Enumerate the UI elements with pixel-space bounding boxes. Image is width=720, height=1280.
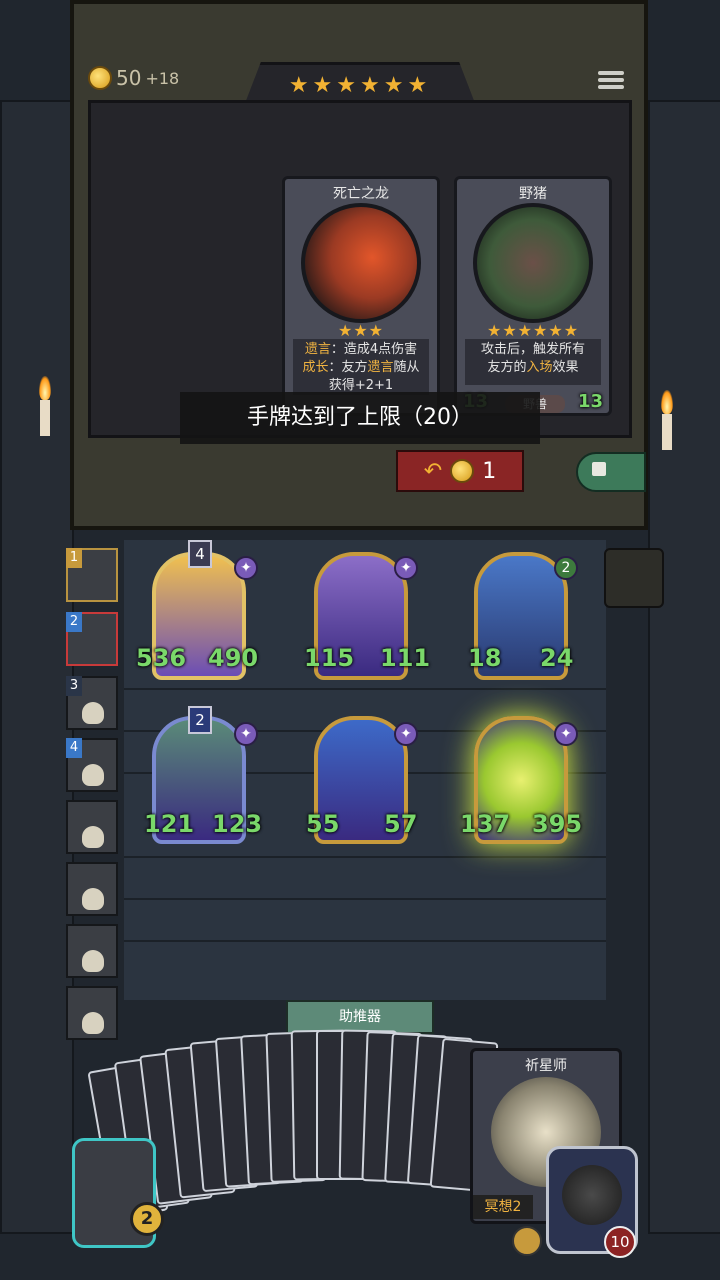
cat-hero-art xyxy=(562,1165,622,1225)
unit-health: 490 xyxy=(208,644,259,672)
skull-icon xyxy=(82,950,104,972)
unit-attack: 18 xyxy=(468,644,502,672)
player-slot-7[interactable] xyxy=(66,924,118,978)
lock-icon xyxy=(592,462,606,476)
skull-icon xyxy=(82,826,104,848)
right-pillar xyxy=(648,100,720,1234)
unit-tier-badge: 2 xyxy=(188,706,212,734)
refresh-icon: ↶ xyxy=(423,458,443,484)
shop-card-boar[interactable]: 野猪 ★★★★★★ 攻击后，触发所有 友方的入场效果 13 野兽 13 xyxy=(454,176,612,416)
player-slot-3[interactable]: 3 xyxy=(66,676,118,730)
player-slot-6[interactable] xyxy=(66,862,118,916)
lock-shop-button[interactable] xyxy=(576,452,646,492)
menu-button[interactable] xyxy=(598,68,624,94)
card-keyword: 冥想2 xyxy=(473,1195,533,1219)
player-slot-2[interactable]: 2 xyxy=(66,612,118,666)
plus-icon: ✦ xyxy=(394,556,418,580)
unit-attack: 536 xyxy=(136,644,187,672)
hero-power-button[interactable] xyxy=(512,1226,542,1256)
skull-icon xyxy=(82,764,104,786)
unit-level-badge: 2 xyxy=(554,556,578,580)
tier-stars: ★★★★★★ xyxy=(288,73,432,98)
card-name: 祈星师 xyxy=(525,1058,567,1074)
refresh-cost: 1 xyxy=(482,458,497,484)
player-slot-8[interactable] xyxy=(66,986,118,1040)
left-candle xyxy=(39,376,51,436)
card-name: 野猪 xyxy=(519,186,547,202)
skull-icon xyxy=(82,702,104,724)
coin-icon xyxy=(88,66,112,90)
dragon-art xyxy=(301,203,421,323)
unit-health: 57 xyxy=(384,810,418,838)
card-description: 攻击后，触发所有 友方的入场效果 xyxy=(465,339,601,385)
card-description: 遗言：造成4点伤害 成长：友方遗言随从 获得+2+1 xyxy=(293,339,429,395)
card-stars: ★★★ xyxy=(337,321,385,340)
tavern-count-badge: 2 xyxy=(130,1202,164,1236)
coin-icon xyxy=(450,459,475,483)
right-candle xyxy=(661,390,673,450)
gold-income: +18 xyxy=(145,68,180,88)
card-stars: ★★★★★★ xyxy=(486,321,580,340)
player-slot-4[interactable]: 4 xyxy=(66,738,118,792)
player-slot-5[interactable] xyxy=(66,800,118,854)
unit-attack: 55 xyxy=(306,810,340,838)
unit-health: 123 xyxy=(212,810,263,838)
hand-limit-toast: 手牌达到了上限（20） xyxy=(180,392,540,444)
unit-health: 111 xyxy=(380,644,431,672)
skull-icon xyxy=(82,888,104,910)
plus-icon: ✦ xyxy=(234,556,258,580)
unit-tier-badge: 4 xyxy=(188,540,212,568)
unit-attack: 115 xyxy=(304,644,355,672)
shop-card-death-dragon[interactable]: 死亡之龙 ★★★ 遗言：造成4点伤害 成长：友方遗言随从 获得+2+1 xyxy=(282,176,440,416)
gold-counter: 50 +18 xyxy=(88,66,179,90)
unit-attack: 121 xyxy=(144,810,195,838)
end-turn-knob[interactable] xyxy=(604,548,664,608)
left-pillar xyxy=(0,100,74,1234)
plus-icon: ✦ xyxy=(394,722,418,746)
card-health: 13 xyxy=(577,391,603,412)
unit-attack: 137 xyxy=(460,810,511,838)
card-name: 死亡之龙 xyxy=(333,186,389,202)
player-slot-1[interactable]: 1 xyxy=(66,548,118,602)
unit-health: 395 xyxy=(532,810,583,838)
hero-health: 10 xyxy=(604,1226,636,1258)
refresh-button[interactable]: ↶ 1 xyxy=(396,450,524,492)
plus-icon: ✦ xyxy=(554,722,578,746)
skull-icon xyxy=(82,1012,104,1034)
gold-amount: 50 xyxy=(116,66,142,90)
boar-art xyxy=(473,203,593,323)
plus-icon: ✦ xyxy=(234,722,258,746)
unit-health: 24 xyxy=(540,644,574,672)
